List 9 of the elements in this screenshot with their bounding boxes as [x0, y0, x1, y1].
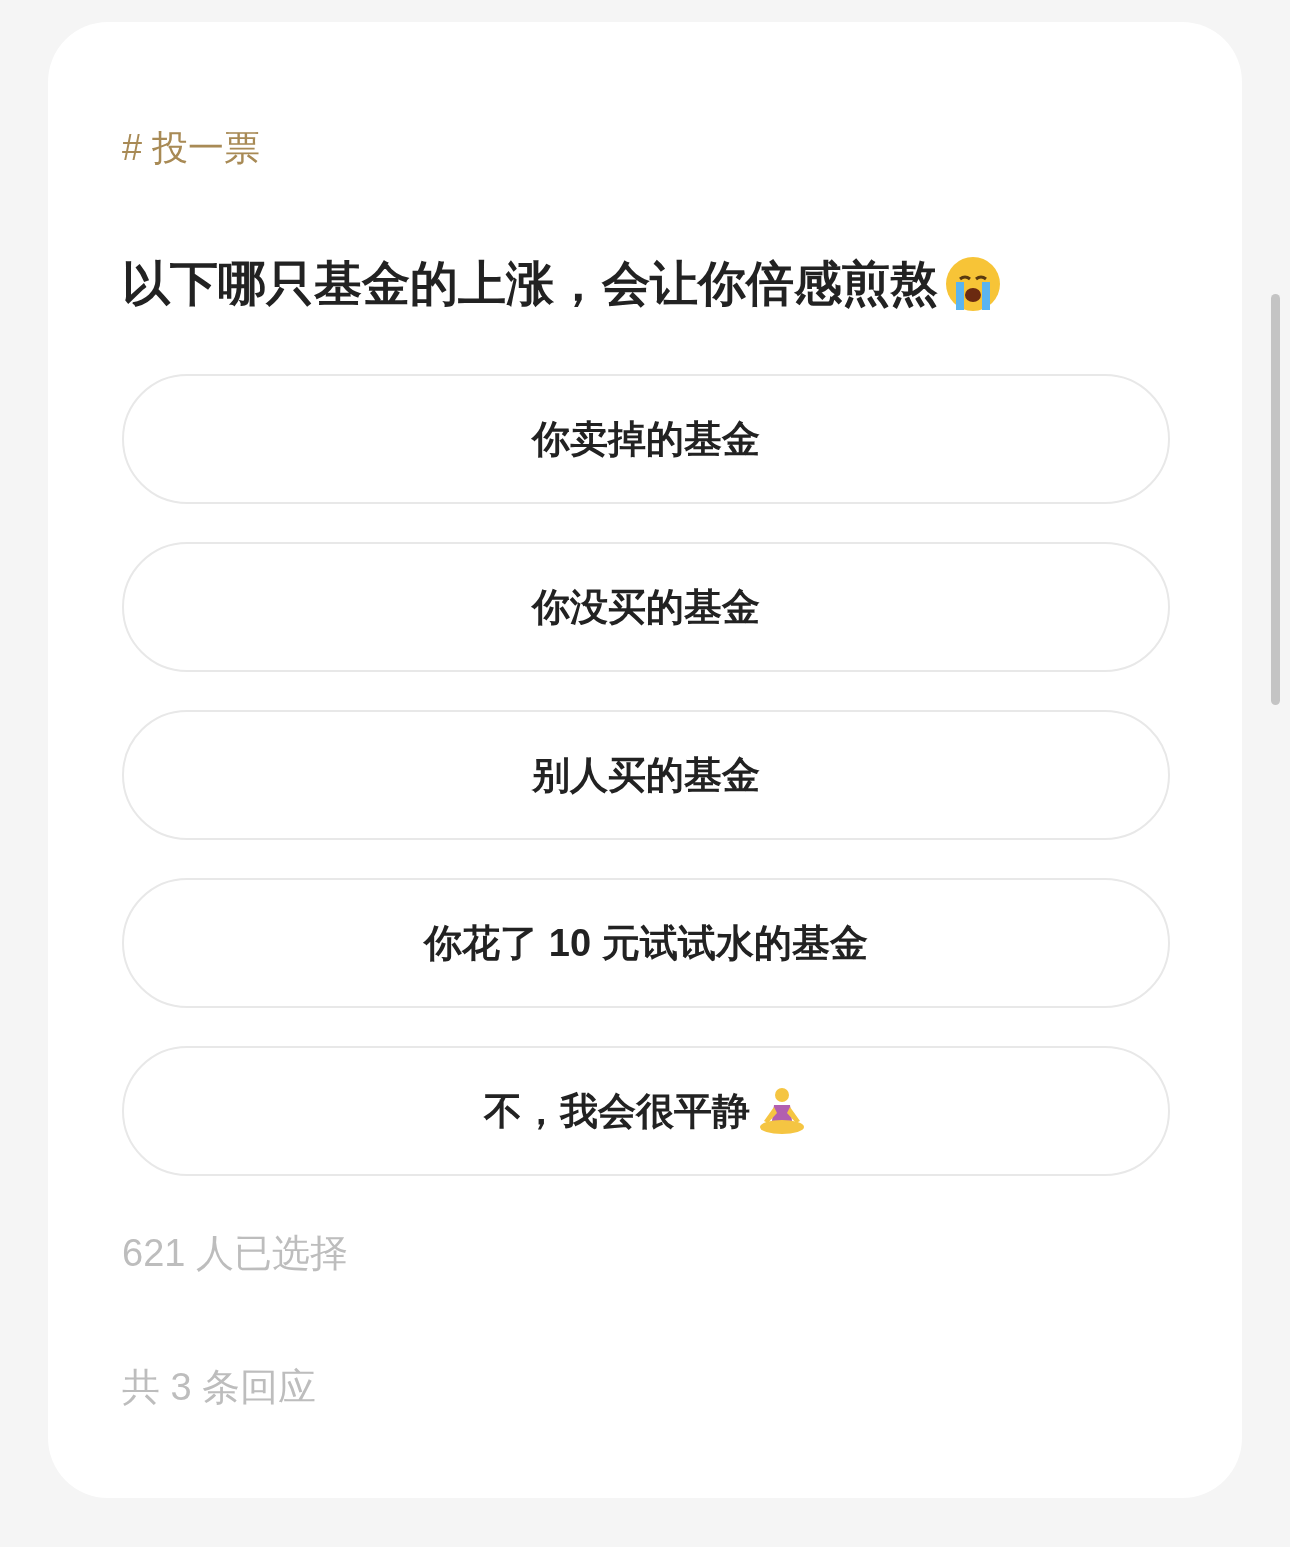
poll-option[interactable]: 你卖掉的基金	[122, 374, 1170, 504]
scrollbar[interactable]	[1271, 294, 1280, 705]
poll-option[interactable]: 别人买的基金	[122, 710, 1170, 840]
poll-option[interactable]: 不，我会很平静	[122, 1046, 1170, 1176]
voter-count: 621 人已选择	[122, 1231, 348, 1276]
poll-option[interactable]: 你没买的基金	[122, 542, 1170, 672]
crying-face-icon	[944, 255, 1002, 313]
poll-option[interactable]: 你花了 10 元试试水的基金	[122, 878, 1170, 1008]
poll-question: 以下哪只基金的上涨，会让你倍感煎熬	[122, 256, 938, 312]
